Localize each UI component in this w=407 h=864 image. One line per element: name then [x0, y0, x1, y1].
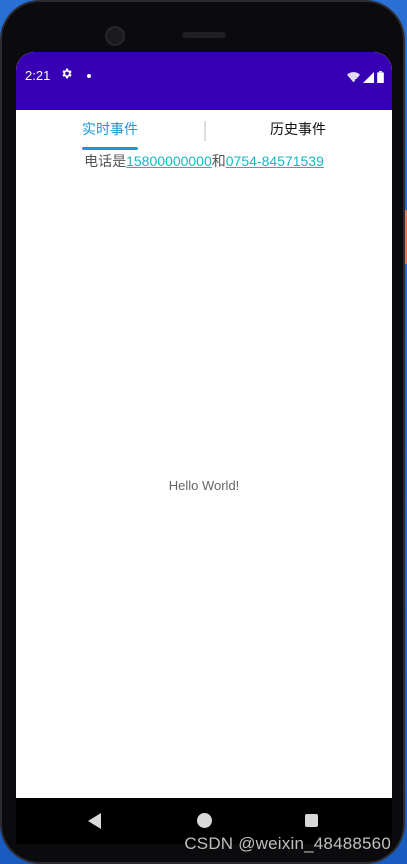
front-camera: [105, 26, 125, 46]
tab-divider: [204, 121, 206, 141]
home-circle-icon[interactable]: [197, 813, 212, 828]
device-frame-background: 2:21 实时事件 历史事件 电话是15800000000和0754-84571…: [0, 0, 407, 864]
wifi-icon: [347, 68, 360, 87]
csdn-watermark: CSDN @weixin_48488560: [184, 834, 391, 853]
signal-icon: [363, 68, 374, 87]
notification-dot-icon: [87, 74, 91, 78]
landline-number-link[interactable]: 0754-84571539: [226, 153, 324, 169]
contact-connector: 和: [211, 153, 226, 169]
contact-phone-line: 电话是15800000000和0754-84571539: [16, 151, 392, 171]
back-triangle-icon[interactable]: [88, 813, 101, 829]
tab-bar: 实时事件 历史事件: [16, 112, 392, 150]
contact-prefix: 电话是: [84, 153, 127, 169]
tab-realtime-events[interactable]: 实时事件: [35, 112, 185, 148]
earpiece-speaker: [182, 32, 226, 38]
phone-bezel: 2:21 实时事件 历史事件 电话是15800000000和0754-84571…: [0, 0, 405, 864]
status-bar: 2:21: [16, 52, 392, 110]
hello-world-text: Hello World!: [168, 478, 240, 493]
settings-gear-icon: [60, 67, 73, 83]
status-indicators: [347, 68, 384, 87]
active-tab-indicator: [82, 147, 138, 150]
battery-icon: [377, 68, 384, 87]
tab-history-events[interactable]: 历史事件: [223, 112, 373, 148]
recents-square-icon[interactable]: [305, 814, 318, 827]
status-time: 2:21: [25, 68, 51, 83]
app-screen: 2:21 实时事件 历史事件 电话是15800000000和0754-84571…: [16, 52, 392, 842]
mobile-number-link[interactable]: 15800000000: [126, 153, 212, 169]
